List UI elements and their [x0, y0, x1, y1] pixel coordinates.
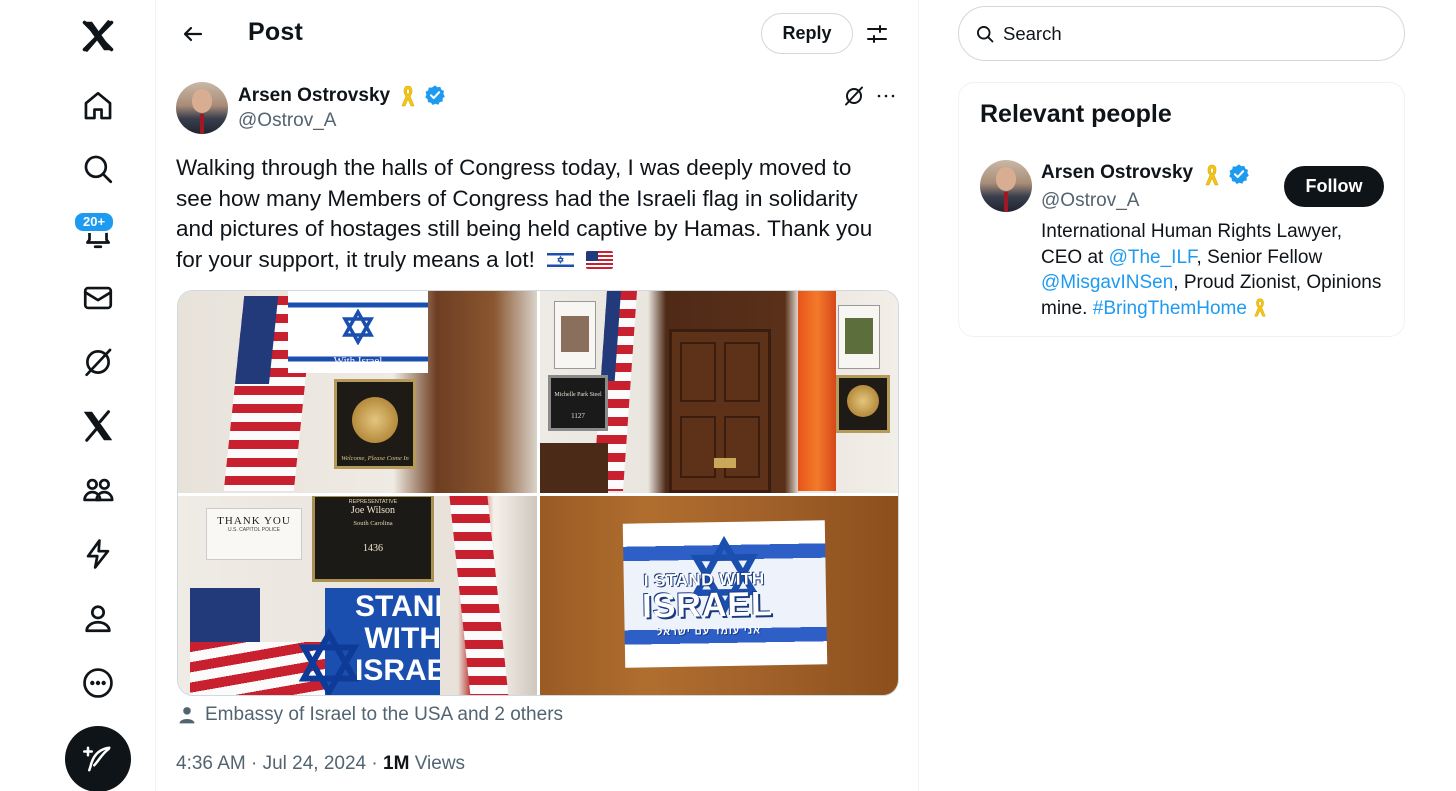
tweet-meta: 4:36 AM · Jul 24, 2024 · 1M Views: [176, 753, 465, 775]
poster-hebrew: אני עומד עם ישראל: [656, 625, 762, 639]
rep-name: Joe Wilson: [350, 505, 396, 516]
author-handle[interactable]: @Ostrov_A: [238, 110, 336, 132]
office-plaque: Welcome, Please Come In: [334, 379, 416, 469]
home-icon[interactable]: [76, 84, 120, 128]
author-name[interactable]: Arsen Ostrovsky: [238, 85, 390, 107]
rep-room: 1436: [363, 543, 383, 554]
nameplate-name: Michelle Park Steel: [554, 392, 602, 398]
office-door: [669, 329, 771, 493]
notification-badge: 20+: [73, 211, 116, 233]
left-nav: 20+: [0, 0, 156, 791]
premium-x-icon[interactable]: [76, 404, 120, 448]
grok-icon: [845, 86, 863, 106]
stand-with-israel-poster: I STAND WITH ISRAEL אני עומד עם ישראל: [622, 520, 828, 668]
reply-button[interactable]: Reply: [761, 13, 853, 54]
star-of-david-icon: [342, 309, 374, 345]
sign-line1: I Stand: [340, 291, 376, 301]
search-icon: [977, 25, 994, 42]
timestamp[interactable]: 4:36 AM · Jul 24, 2024 ·: [176, 753, 383, 774]
search-input[interactable]: [1003, 22, 1383, 45]
x-logo-icon[interactable]: [76, 14, 120, 58]
compose-button[interactable]: [65, 726, 131, 791]
views-count: 1M: [383, 753, 410, 774]
follow-button[interactable]: Follow: [1284, 166, 1384, 207]
compose-icon: [83, 746, 111, 772]
nameplate-room: 1127: [571, 412, 585, 420]
arrow-left-icon: [183, 26, 203, 42]
orange-flag: [798, 291, 836, 491]
office-plaque: [836, 375, 890, 433]
search-icon[interactable]: [76, 147, 120, 191]
more-horizontal-icon: [877, 94, 895, 98]
nameplate: Michelle Park Steel 1127: [548, 375, 608, 431]
bio-text-2: , Senior Fellow: [1196, 246, 1323, 268]
relevant-people-title: Relevant people: [980, 100, 1172, 128]
tweet-body: Walking through the halls of Congress to…: [176, 155, 873, 272]
israel-flag-icon: [547, 250, 575, 269]
verified-badge-icon[interactable]: [1228, 163, 1250, 185]
bio-hashtag[interactable]: #BringThemHome: [1093, 298, 1247, 319]
person-bio: International Human Rights Lawyer, CEO a…: [1041, 219, 1386, 321]
media-grid[interactable]: I Stand With Israel Welcome, Please Come…: [177, 290, 899, 696]
lightning-icon[interactable]: [76, 532, 120, 576]
profile-icon[interactable]: [76, 596, 120, 640]
verified-badge-icon[interactable]: [424, 84, 446, 106]
thank-you-card: THANK YOU U.S. CAPITOL POLICE: [206, 508, 302, 560]
search-box[interactable]: [958, 6, 1405, 61]
tagged-text: Embassy of Israel to the USA and 2 other…: [205, 704, 564, 725]
photo-2[interactable]: Michelle Park Steel 1127: [540, 291, 898, 493]
hostage-poster-2: [838, 305, 880, 369]
main-column: Post Reply Arsen Ostrovsky @Ostrov_A Wal…: [157, 0, 919, 791]
hostage-poster-1: [554, 301, 596, 369]
yellow-ribbon-icon: [401, 85, 415, 107]
yellow-ribbon-icon: [1205, 164, 1219, 186]
bio-link-misgav[interactable]: @MisgavINSen: [1041, 272, 1173, 293]
stand-sign: I Stand With Israel: [288, 291, 428, 373]
poster-line2: ISRAEL: [641, 585, 774, 626]
banner-text: STAND WITH ISRAEL: [355, 590, 440, 687]
more-options-button[interactable]: [872, 82, 900, 110]
us-flag: [449, 496, 509, 695]
yellow-ribbon-icon: [1254, 297, 1266, 317]
person-name[interactable]: Arsen Ostrovsky: [1041, 162, 1193, 184]
relevant-people-card: Relevant people Arsen Ostrovsky @Ostrov_…: [958, 82, 1405, 337]
back-button[interactable]: [173, 14, 213, 54]
rep-state: South Carolina: [353, 520, 393, 527]
sliders-icon: [867, 25, 887, 43]
mail-icon[interactable]: [76, 276, 120, 320]
reply-settings-button[interactable]: [857, 14, 897, 54]
bio-link-ilf[interactable]: @The_ILF: [1109, 247, 1197, 268]
photo-1[interactable]: I Stand With Israel Welcome, Please Come…: [178, 291, 537, 493]
thank-you-text: THANK YOU: [217, 515, 291, 527]
page-title: Post: [248, 18, 303, 46]
photo-3[interactable]: THANK YOU U.S. CAPITOL POLICE REPRESENTA…: [178, 496, 537, 695]
views-label: Views: [409, 753, 466, 774]
stand-with-israel-banner: STAND WITH ISRAEL: [190, 588, 440, 695]
avatar[interactable]: [980, 160, 1032, 212]
plaque-text: Welcome, Please Come In: [341, 455, 409, 462]
us-flag-icon: [586, 250, 614, 269]
sign-line2: With Israel: [333, 355, 383, 367]
tweet-text: Walking through the halls of Congress to…: [176, 153, 891, 275]
rep-nameplate: REPRESENTATIVE Joe Wilson South Carolina…: [312, 496, 434, 582]
person-icon: [179, 707, 195, 724]
photo-4[interactable]: I STAND WITH ISRAEL אני עומד עם ישראל: [540, 496, 898, 695]
grok-actions-button[interactable]: [840, 82, 868, 110]
desk: [540, 443, 608, 493]
more-icon[interactable]: [76, 661, 120, 705]
tagged-users[interactable]: Embassy of Israel to the USA and 2 other…: [177, 704, 563, 726]
avatar[interactable]: [176, 82, 228, 134]
star-of-david-icon: [298, 628, 360, 695]
grok-icon[interactable]: [76, 340, 120, 384]
communities-icon[interactable]: [76, 468, 120, 512]
thank-you-sub: U.S. CAPITOL POLICE: [228, 527, 280, 533]
person-handle[interactable]: @Ostrov_A: [1041, 190, 1139, 212]
